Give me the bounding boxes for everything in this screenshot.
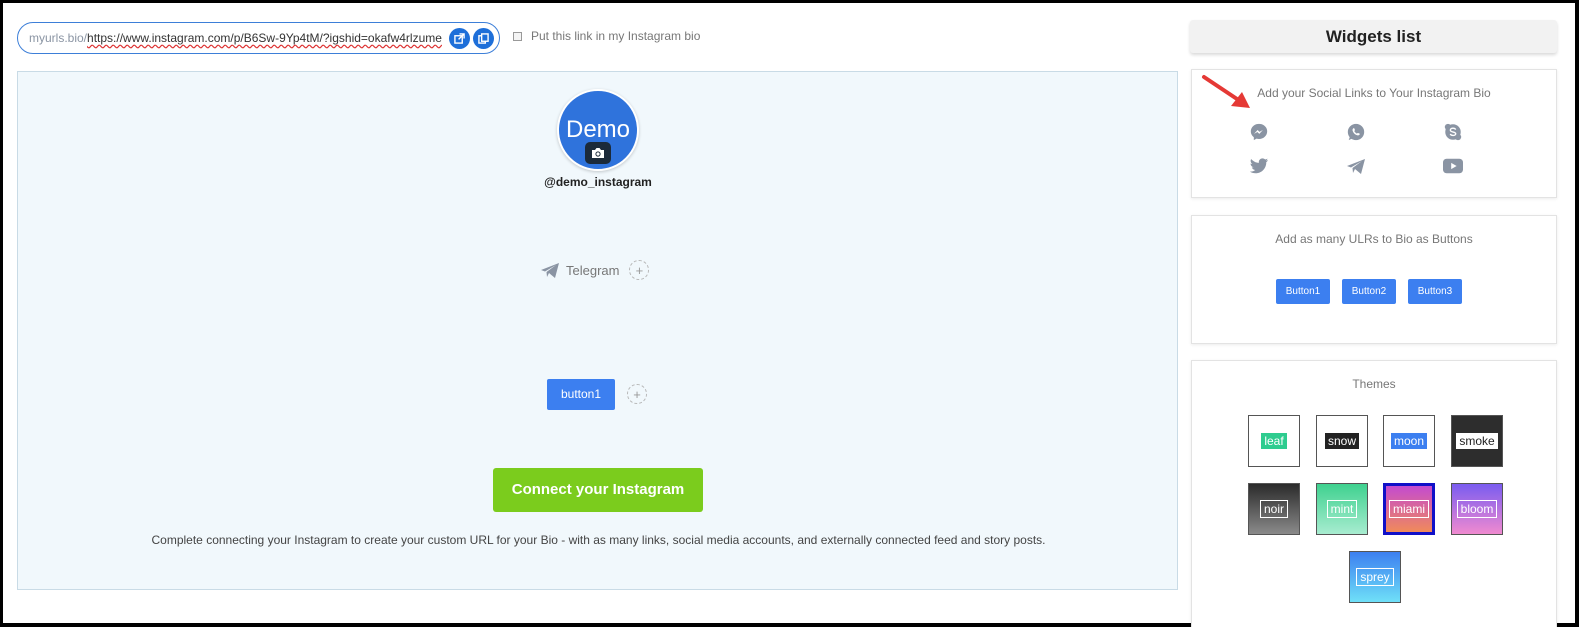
- theme-mint[interactable]: mint: [1316, 483, 1368, 535]
- theme-label: smoke: [1456, 433, 1498, 449]
- widget-button-1[interactable]: Button1: [1276, 279, 1330, 304]
- theme-noir[interactable]: noir: [1248, 483, 1300, 535]
- skype-icon[interactable]: [1443, 122, 1463, 142]
- annotation-arrow: [1202, 75, 1250, 108]
- connect-instagram-button[interactable]: Connect your Instagram: [493, 468, 703, 512]
- widget-button-3[interactable]: Button3: [1408, 279, 1462, 304]
- theme-label: sprey: [1356, 568, 1394, 586]
- theme-label: snow: [1324, 433, 1359, 449]
- external-link-icon: [454, 33, 465, 44]
- twitter-icon[interactable]: [1249, 156, 1269, 176]
- theme-leaf[interactable]: leaf: [1248, 415, 1300, 467]
- add-social-button[interactable]: +: [629, 260, 650, 280]
- social-icon-grid: [1249, 122, 1503, 176]
- preview-link-button[interactable]: button1: [547, 379, 615, 410]
- themes-widget: Themes leaf snow moon smoke noir mint mi…: [1191, 360, 1557, 627]
- widget-button-2[interactable]: Button2: [1342, 279, 1396, 304]
- custom-url-field[interactable]: myurls.bio/ https://www.instagram.com/p/…: [17, 22, 500, 54]
- add-button-button[interactable]: +: [627, 384, 647, 404]
- copy-link-button[interactable]: [473, 28, 494, 49]
- social-link-item[interactable]: Telegram +: [540, 260, 650, 280]
- theme-label: bloom: [1456, 500, 1498, 518]
- theme-label: leaf: [1261, 433, 1287, 449]
- instagram-handle: @demo_instagram: [544, 175, 652, 189]
- plus-icon: +: [633, 386, 641, 402]
- theme-label: mint: [1326, 500, 1358, 518]
- url-input-value[interactable]: https://www.instagram.com/p/B6Sw-9Yp4tM/…: [87, 31, 442, 45]
- theme-sprey[interactable]: sprey: [1349, 551, 1401, 603]
- theme-label: moon: [1390, 433, 1428, 449]
- buttons-widget-title: Add as many ULRs to Bio as Buttons: [1275, 232, 1473, 246]
- plus-icon: +: [635, 262, 644, 278]
- telegram-icon[interactable]: [1346, 156, 1366, 176]
- youtube-icon[interactable]: [1443, 156, 1463, 176]
- messenger-icon[interactable]: [1249, 122, 1269, 142]
- open-link-button[interactable]: [449, 28, 470, 49]
- themes-widget-title: Themes: [1352, 377, 1396, 391]
- bio-preview-panel: Demo @demo_instagram Telegram + button1 …: [17, 71, 1178, 590]
- theme-snow[interactable]: snow: [1316, 415, 1368, 467]
- connect-hint-text: Complete connecting your Instagram to cr…: [151, 533, 1046, 547]
- theme-label: noir: [1259, 500, 1288, 518]
- theme-miami[interactable]: miami: [1383, 483, 1435, 535]
- sample-buttons: Button1 Button2 Button3: [1276, 279, 1462, 304]
- bio-link-checkbox[interactable]: Put this link in my Instagram bio: [513, 29, 700, 43]
- whatsapp-icon[interactable]: [1346, 122, 1366, 142]
- copy-icon: [478, 33, 489, 44]
- theme-moon[interactable]: moon: [1383, 415, 1435, 467]
- app-frame: myurls.bio/ https://www.instagram.com/p/…: [0, 0, 1579, 627]
- checkbox-box[interactable]: [513, 31, 522, 41]
- theme-label: miami: [1389, 500, 1429, 518]
- bio-link-checkbox-label: Put this link in my Instagram bio: [531, 29, 701, 43]
- telegram-icon: [541, 262, 559, 278]
- url-prefix: myurls.bio/: [29, 31, 88, 45]
- theme-bloom[interactable]: bloom: [1451, 483, 1503, 535]
- camera-icon: [592, 148, 604, 158]
- theme-smoke[interactable]: smoke: [1451, 415, 1503, 467]
- widgets-list-title: Widgets list: [1190, 20, 1557, 53]
- button-links-widget: Add as many ULRs to Bio as Buttons Butto…: [1191, 215, 1557, 344]
- social-link-label: Telegram: [566, 262, 620, 278]
- change-photo-button[interactable]: [585, 142, 611, 164]
